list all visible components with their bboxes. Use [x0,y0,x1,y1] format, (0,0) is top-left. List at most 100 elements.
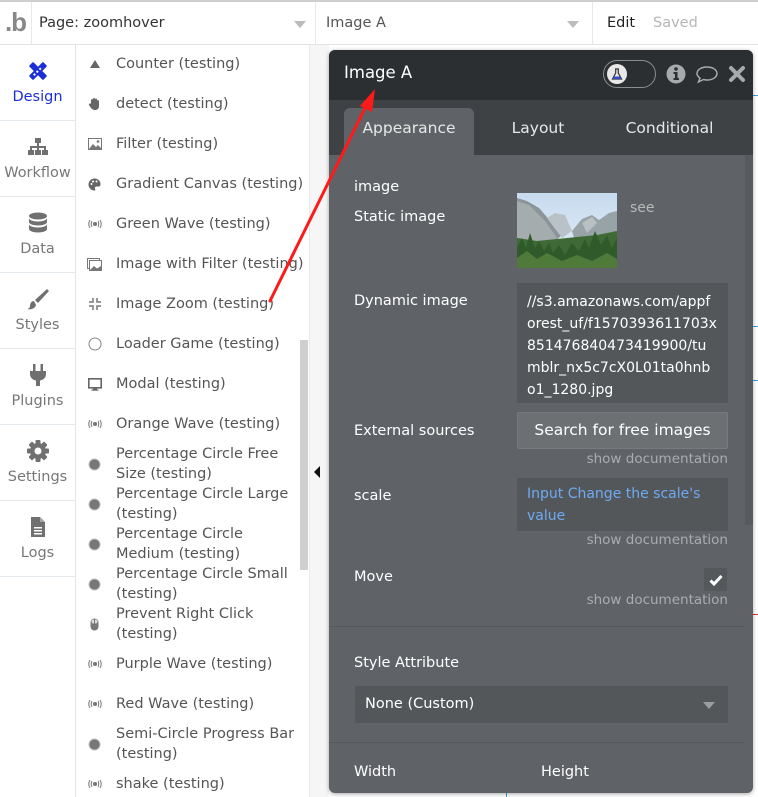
chevron-down-icon [703,702,715,709]
workflow-icon [27,138,48,155]
tab-conditional[interactable]: Conditional [607,108,732,155]
nav-label: Design [12,89,63,105]
element-list: Counter (testing) detect (testing) Filte… [76,45,309,797]
element-item-shake[interactable]: shake (testing) [76,773,304,795]
picture-icon [76,138,116,150]
element-item-semi-circle-progress-bar[interactable]: Semi-Circle Progress Bar (testing) [76,724,304,764]
show-documentation-link[interactable]: show documentation [587,451,728,467]
landscape-image [517,193,617,268]
nav-label: Settings [7,469,68,485]
nav-plugins[interactable]: Plugins [0,349,75,425]
nav-styles[interactable]: Styles [0,273,75,349]
broadcast-icon [76,659,116,669]
element-item-percentage-circle-medium[interactable]: Percentage Circle Medium (testing) [76,524,304,564]
element-item-counter[interactable]: Counter (testing) [76,53,304,75]
element-item-filter[interactable]: Filter (testing) [76,133,304,155]
scale-label: scale [354,488,392,504]
hand-icon [76,97,116,111]
nav-data[interactable]: Data [0,197,75,273]
section-divider [329,742,745,743]
dynamic-image-input[interactable]: //s3.amazonaws.com/appforest_uf/f1570393… [517,283,728,403]
experimental-toggle[interactable] [603,60,656,88]
element-item-label: Counter (testing) [116,56,241,72]
element-item-label: Green Wave (testing) [116,216,271,232]
monitor-icon [76,377,116,391]
element-item-orange-wave[interactable]: Orange Wave (testing) [76,413,304,435]
collapse-panel-arrow-icon[interactable] [314,466,320,478]
page-dropdown[interactable]: Page: zoomhover [32,2,316,45]
element-item-percentage-circle-large[interactable]: Percentage Circle Large (testing) [76,484,304,524]
tab-appearance[interactable]: Appearance [344,108,474,155]
move-checkbox[interactable] [704,568,727,591]
nav-settings[interactable]: Settings [0,425,75,501]
element-item-detect[interactable]: detect (testing) [76,93,304,115]
element-dropdown[interactable]: Image A [316,2,593,45]
property-editor: Image A Appearance Layout Conditional im… [329,50,753,793]
plug-icon [29,364,46,386]
scale-input[interactable]: Input Change the scale's value [517,478,728,531]
nav-design[interactable]: Design [0,45,75,121]
element-item-percentage-circle-small[interactable]: Percentage Circle Small (testing) [76,564,304,604]
element-item-label: Percentage Circle Medium (testing) [116,526,243,562]
appearance-panel: image Static image see Dynamic image //s… [329,155,753,793]
triangle-up-icon [76,59,116,69]
nav-workflow[interactable]: Workflow [0,121,75,197]
palette-icon [76,178,116,191]
editor-tabs: Appearance Layout Conditional [329,100,753,155]
bubble-logo[interactable]: .b [0,2,32,45]
mouse-icon [76,618,116,631]
element-item-label: Percentage Circle Small (testing) [116,566,288,602]
info-icon[interactable] [666,64,686,84]
element-item-purple-wave[interactable]: Purple Wave (testing) [76,653,304,675]
see-image-link[interactable]: see [630,200,655,216]
close-icon[interactable] [728,64,746,84]
show-documentation-link[interactable]: show documentation [587,532,728,548]
element-item-label: Image with Filter (testing) [116,256,304,272]
element-item-green-wave[interactable]: Green Wave (testing) [76,213,304,235]
element-item-label: Modal (testing) [116,376,226,392]
static-image-label: Static image [354,209,446,225]
top-bar: .b Page: zoomhover Image A Edit Saved [0,0,758,45]
element-item-modal[interactable]: Modal (testing) [76,373,304,395]
element-item-gradient-canvas[interactable]: Gradient Canvas (testing) [76,173,304,195]
chevron-down-icon [567,21,579,28]
width-label: Width [354,764,397,780]
panel-divider [309,45,329,797]
broadcast-icon [76,779,116,789]
database-icon [28,212,47,233]
element-item-label: Loader Game (testing) [116,336,280,352]
edit-mode-label[interactable]: Edit [607,2,635,45]
editor-header[interactable]: Image A [329,50,753,100]
element-item-label: Gradient Canvas (testing) [116,176,304,192]
chevron-down-icon [294,21,306,28]
style-attribute-value: None (Custom) [365,696,475,712]
gear-icon [26,440,49,462]
element-dropdown-value: Image A [326,15,386,31]
search-free-images-button[interactable]: Search for free images [517,412,728,449]
element-item-percentage-circle-free-size[interactable]: Percentage Circle Free Size (testing) [76,444,304,484]
element-item-loader-game[interactable]: Loader Game (testing) [76,333,304,355]
flask-icon [607,64,627,84]
show-documentation-link[interactable]: show documentation [587,592,728,608]
element-item-label: detect (testing) [116,96,229,112]
style-attribute-dropdown[interactable]: None (Custom) [355,686,728,723]
guide-line [753,326,758,327]
circle-filled-icon [76,578,116,591]
circle-filled-icon [76,458,116,471]
document-icon [30,517,45,537]
element-list-scrollbar[interactable] [300,340,308,570]
tab-layout[interactable]: Layout [487,108,589,155]
guide-line [506,793,507,797]
element-item-image-zoom[interactable]: Image Zoom (testing) [76,293,304,315]
element-item-red-wave[interactable]: Red Wave (testing) [76,693,304,715]
circle-filled-icon [76,738,116,751]
element-item-image-with-filter[interactable]: Image with Filter (testing) [76,253,304,275]
comment-icon[interactable] [695,64,719,84]
element-item-label: shake (testing) [116,776,225,792]
page-dropdown-value: Page: zoomhover [39,15,165,31]
static-image-thumbnail[interactable] [517,193,617,268]
element-item-prevent-right-click[interactable]: Prevent Right Click (testing) [76,604,304,644]
editor-title: Image A [344,63,413,82]
broadcast-icon [76,219,116,229]
nav-logs[interactable]: Logs [0,501,75,577]
